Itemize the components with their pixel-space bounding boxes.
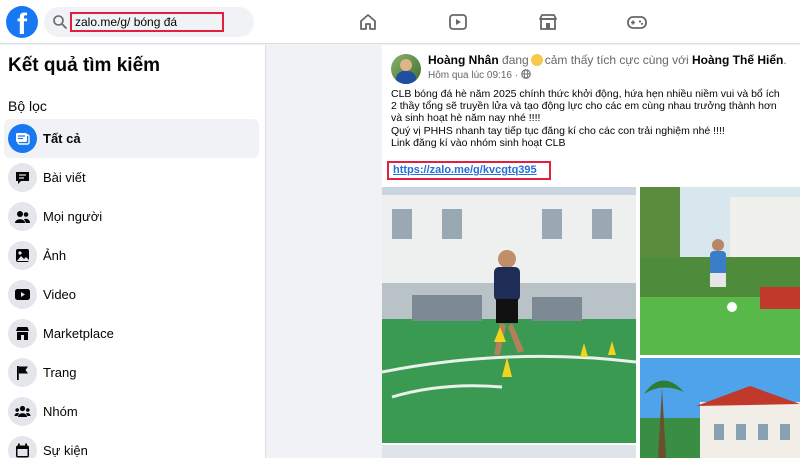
globe-icon bbox=[521, 69, 531, 79]
search-results-sidebar: Kết quả tìm kiếm Bộ lọc Tất cả Bài viết … bbox=[0, 45, 266, 458]
facebook-logo-icon[interactable]: f bbox=[6, 6, 38, 38]
feeling-emoji-icon bbox=[530, 54, 543, 66]
page-title: Kết quả tìm kiếm bbox=[8, 55, 161, 76]
sidebar-item-label: Nhóm bbox=[43, 404, 78, 419]
search-box[interactable] bbox=[44, 7, 254, 37]
events-icon bbox=[8, 436, 37, 458]
sidebar-item-label: Tất cả bbox=[43, 131, 81, 146]
all-results-icon bbox=[8, 124, 37, 153]
post-photo-top-right[interactable] bbox=[640, 187, 800, 355]
tagged-person[interactable]: Hoàng Thế Hiển bbox=[692, 53, 783, 67]
post-body: CLB bóng đá hè năm 2025 chính thức khởi … bbox=[391, 88, 800, 149]
post-timestamp: Hôm qua lúc 09:16 · bbox=[428, 69, 531, 81]
author-name[interactable]: Hoàng Nhân bbox=[428, 53, 499, 67]
sidebar-item-label: Marketplace bbox=[43, 326, 114, 341]
sidebar-item-groups[interactable]: Nhóm bbox=[4, 392, 259, 431]
sidebar-item-all[interactable]: Tất cả bbox=[4, 119, 259, 158]
sidebar-item-label: Video bbox=[43, 287, 77, 302]
post-card: Hoàng Nhân đang cảm thấy tích cực cùng vớ… bbox=[382, 45, 800, 458]
marketplace-icon bbox=[8, 319, 37, 348]
post-photo-bottom-left[interactable] bbox=[382, 445, 636, 458]
gaming-icon[interactable] bbox=[626, 11, 648, 33]
filter-label: Bộ lọc bbox=[8, 98, 47, 114]
marketplace-icon[interactable] bbox=[537, 11, 559, 33]
sidebar-item-posts[interactable]: Bài viết bbox=[4, 158, 259, 197]
avatar[interactable] bbox=[391, 54, 421, 84]
groups-icon bbox=[8, 397, 37, 426]
people-icon bbox=[8, 202, 37, 231]
search-icon bbox=[53, 15, 67, 29]
sidebar-item-label: Sự kiện bbox=[43, 443, 88, 458]
post-text-line: Quý vị PHHS nhanh tay tiếp tục đăng kí c… bbox=[391, 124, 725, 137]
sidebar-item-label: Trang bbox=[43, 365, 77, 380]
flag-icon bbox=[8, 358, 37, 387]
feeling-text: cảm thấy tích cực cùng với bbox=[544, 53, 689, 67]
video-icon bbox=[8, 280, 37, 309]
sidebar-item-events[interactable]: Sự kiện bbox=[4, 431, 259, 458]
sidebar-item-label: Mọi người bbox=[43, 209, 103, 224]
post-text-line: Link đăng kí vào nhóm sinh hoạt CLB bbox=[391, 136, 566, 149]
sidebar-item-photos[interactable]: Ảnh bbox=[4, 236, 259, 275]
video-icon[interactable] bbox=[447, 11, 469, 33]
posts-icon bbox=[8, 163, 37, 192]
sidebar-item-label: Ảnh bbox=[43, 248, 67, 263]
link-highlight: https://zalo.me/g/kvcgtq395 bbox=[387, 161, 551, 180]
post-header: Hoàng Nhân đang cảm thấy tích cực cùng vớ… bbox=[428, 53, 787, 67]
sidebar-item-people[interactable]: Mọi người bbox=[4, 197, 259, 236]
sidebar-item-video[interactable]: Video bbox=[4, 275, 259, 314]
photos-icon bbox=[8, 241, 37, 270]
status-verb: đang bbox=[502, 53, 529, 67]
post-text-line: CLB bóng đá hè năm 2025 chính thức khởi … bbox=[391, 88, 780, 100]
post-photo-main[interactable] bbox=[382, 187, 636, 443]
post-time[interactable]: Hôm qua lúc 09:16 · bbox=[428, 70, 518, 81]
sidebar-item-marketplace[interactable]: Marketplace bbox=[4, 314, 259, 353]
top-bar: f bbox=[0, 0, 800, 44]
sidebar-item-label: Bài viết bbox=[43, 170, 86, 185]
zalo-group-link[interactable]: https://zalo.me/g/kvcgtq395 bbox=[393, 164, 537, 176]
post-text-line: 2 thầy tổng sẽ truyền lửa và tạo động lự… bbox=[391, 100, 777, 113]
sidebar-item-pages[interactable]: Trang bbox=[4, 353, 259, 392]
home-icon[interactable] bbox=[357, 11, 379, 33]
post-photo-bottom-right[interactable] bbox=[640, 358, 800, 458]
search-input[interactable] bbox=[70, 12, 224, 32]
post-text-line: và sinh hoạt hè năm nay nhé !!!! bbox=[391, 112, 541, 125]
